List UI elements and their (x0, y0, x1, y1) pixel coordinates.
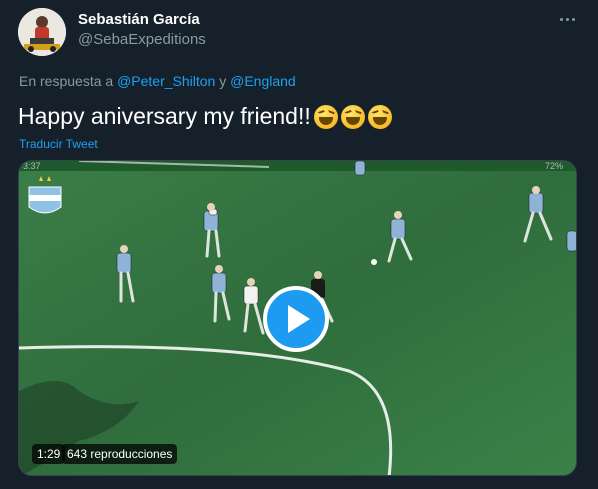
translate-tweet-link[interactable]: Traducir Tweet (19, 137, 98, 151)
play-icon (288, 305, 310, 333)
overlay-battery: 72% (545, 161, 564, 171)
tweet-body: Happy aniversary my friend!! (18, 103, 311, 129)
tweet: Sebastián García @SebaExpeditions En res… (0, 0, 598, 489)
author-handle[interactable]: @SebaExpeditions (78, 31, 206, 48)
video-view-count: 643 reproducciones (62, 444, 178, 464)
reply-context: En respuesta a @Peter_Shilton y @England (19, 73, 296, 89)
tweet-text: Happy aniversary my friend!! (18, 103, 392, 130)
reply-prefix: En respuesta a (19, 73, 114, 89)
play-button[interactable] (263, 286, 329, 352)
grinning-squinting-face-icon (340, 104, 365, 129)
grinning-squinting-face-icon (313, 104, 338, 129)
video-duration-badge: 1:29 (32, 444, 66, 464)
avatar[interactable] (18, 8, 66, 56)
mention-link-england[interactable]: @England (230, 73, 296, 89)
more-options-icon[interactable] (556, 10, 578, 28)
author-display-name[interactable]: Sebastián García (78, 11, 200, 28)
avatar-image (18, 8, 66, 56)
reply-connector: y (219, 73, 227, 89)
overlay-clock: 3:37 (23, 161, 41, 171)
mention-link-peter-shilton[interactable]: @Peter_Shilton (117, 73, 215, 89)
video-player[interactable]: 3:37 72% 1:29 643 reproducciones (18, 160, 577, 476)
grinning-squinting-face-icon (367, 104, 392, 129)
